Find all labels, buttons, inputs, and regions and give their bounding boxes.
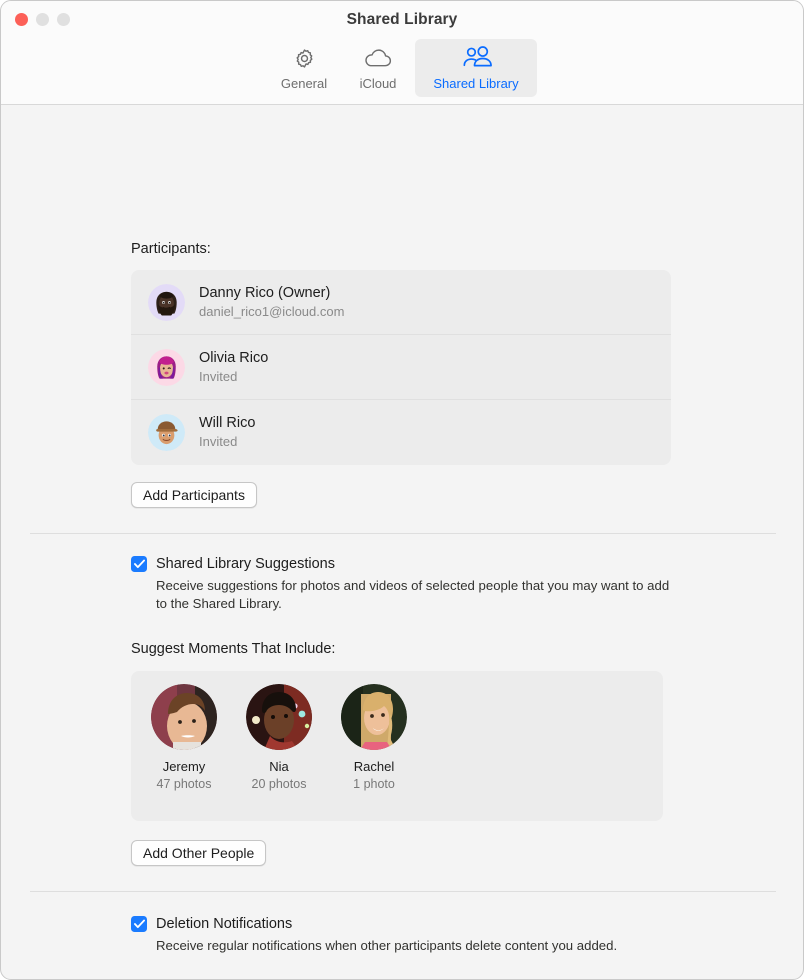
tab-general-label: General bbox=[280, 76, 328, 91]
gear-icon bbox=[293, 43, 316, 73]
divider bbox=[30, 891, 776, 892]
add-participants-button[interactable]: Add Participants bbox=[131, 482, 257, 508]
participant-info: Will Rico Invited bbox=[199, 415, 255, 450]
tab-shared-library-label: Shared Library bbox=[433, 76, 519, 91]
window-title: Shared Library bbox=[346, 11, 458, 28]
tab-icloud[interactable]: iCloud bbox=[341, 39, 415, 97]
people-icon bbox=[460, 43, 492, 73]
tab-general[interactable]: General bbox=[267, 39, 341, 97]
checkmark-icon[interactable] bbox=[131, 916, 147, 932]
deletion-notifications-label: Deletion Notifications bbox=[156, 916, 293, 932]
add-other-people-button[interactable]: Add Other People bbox=[131, 840, 267, 866]
shared-library-suggestions-section: Shared Library Suggestions Receive sugge… bbox=[131, 555, 676, 613]
checkmark-icon[interactable] bbox=[131, 556, 147, 572]
person-photo-count: 47 photos bbox=[156, 777, 212, 791]
avatar bbox=[148, 283, 185, 321]
participant-detail: daniel_rico1@icloud.com bbox=[199, 303, 345, 319]
person-name: Jeremy bbox=[162, 759, 206, 774]
person-photo bbox=[341, 684, 407, 750]
deletion-notifications-description: Receive regular notifications when other… bbox=[156, 938, 618, 953]
list-item[interactable]: Nia 20 photos bbox=[246, 684, 312, 792]
shared-library-suggestions-description: Receive suggestions for photos and video… bbox=[156, 578, 670, 611]
preferences-window: Shared Library General iCloud Shared Lib… bbox=[0, 0, 804, 980]
shared-library-suggestions-checkbox-row[interactable]: Shared Library Suggestions bbox=[131, 555, 676, 573]
participant-info: Olivia Rico Invited bbox=[199, 350, 268, 385]
participant-info: Danny Rico (Owner) daniel_rico1@icloud.c… bbox=[199, 285, 344, 320]
person-name: Nia bbox=[269, 759, 289, 774]
participants-label: Participants: bbox=[131, 241, 211, 257]
table-row[interactable]: Danny Rico (Owner) daniel_rico1@icloud.c… bbox=[131, 270, 671, 335]
participant-name: Olivia Rico bbox=[199, 349, 269, 366]
deletion-notifications-checkbox-row[interactable]: Deletion Notifications bbox=[131, 915, 617, 933]
divider bbox=[30, 533, 776, 534]
tab-icloud-label: iCloud bbox=[359, 76, 397, 91]
suggest-moments-label: Suggest Moments That Include: bbox=[131, 641, 336, 657]
cloud-icon bbox=[363, 43, 393, 73]
participant-name: Danny Rico (Owner) bbox=[199, 284, 331, 301]
suggested-people-box: Jeremy 47 photos Nia 20 photos Rachel 1 … bbox=[131, 671, 663, 821]
toolbar-tabs: General iCloud Shared Library bbox=[1, 39, 803, 97]
list-item[interactable]: Jeremy 47 photos bbox=[151, 684, 217, 792]
deletion-notifications-section: Deletion Notifications Receive regular n… bbox=[131, 915, 617, 955]
list-item[interactable]: Rachel 1 photo bbox=[341, 684, 407, 792]
avatar bbox=[148, 414, 185, 451]
participant-detail: Invited bbox=[199, 434, 238, 449]
table-row[interactable]: Will Rico Invited bbox=[131, 400, 671, 465]
person-name: Rachel bbox=[353, 759, 395, 774]
participant-name: Will Rico bbox=[199, 415, 256, 431]
person-photo bbox=[151, 684, 217, 750]
window-toolbar: Shared Library General iCloud Shared Lib… bbox=[1, 1, 803, 105]
participants-list: Danny Rico (Owner) daniel_rico1@icloud.c… bbox=[131, 270, 671, 465]
person-photo-count: 20 photos bbox=[251, 777, 307, 791]
shared-library-suggestions-label: Shared Library Suggestions bbox=[156, 556, 335, 572]
table-row[interactable]: Olivia Rico Invited bbox=[131, 335, 671, 400]
suggested-people-strip: Jeremy 47 photos Nia 20 photos Rachel 1 … bbox=[131, 671, 663, 792]
tab-shared-library[interactable]: Shared Library bbox=[415, 39, 537, 97]
person-photo bbox=[246, 684, 312, 750]
participant-detail: Invited bbox=[199, 368, 238, 384]
avatar bbox=[148, 348, 185, 386]
person-photo-count: 1 photo bbox=[353, 777, 395, 791]
